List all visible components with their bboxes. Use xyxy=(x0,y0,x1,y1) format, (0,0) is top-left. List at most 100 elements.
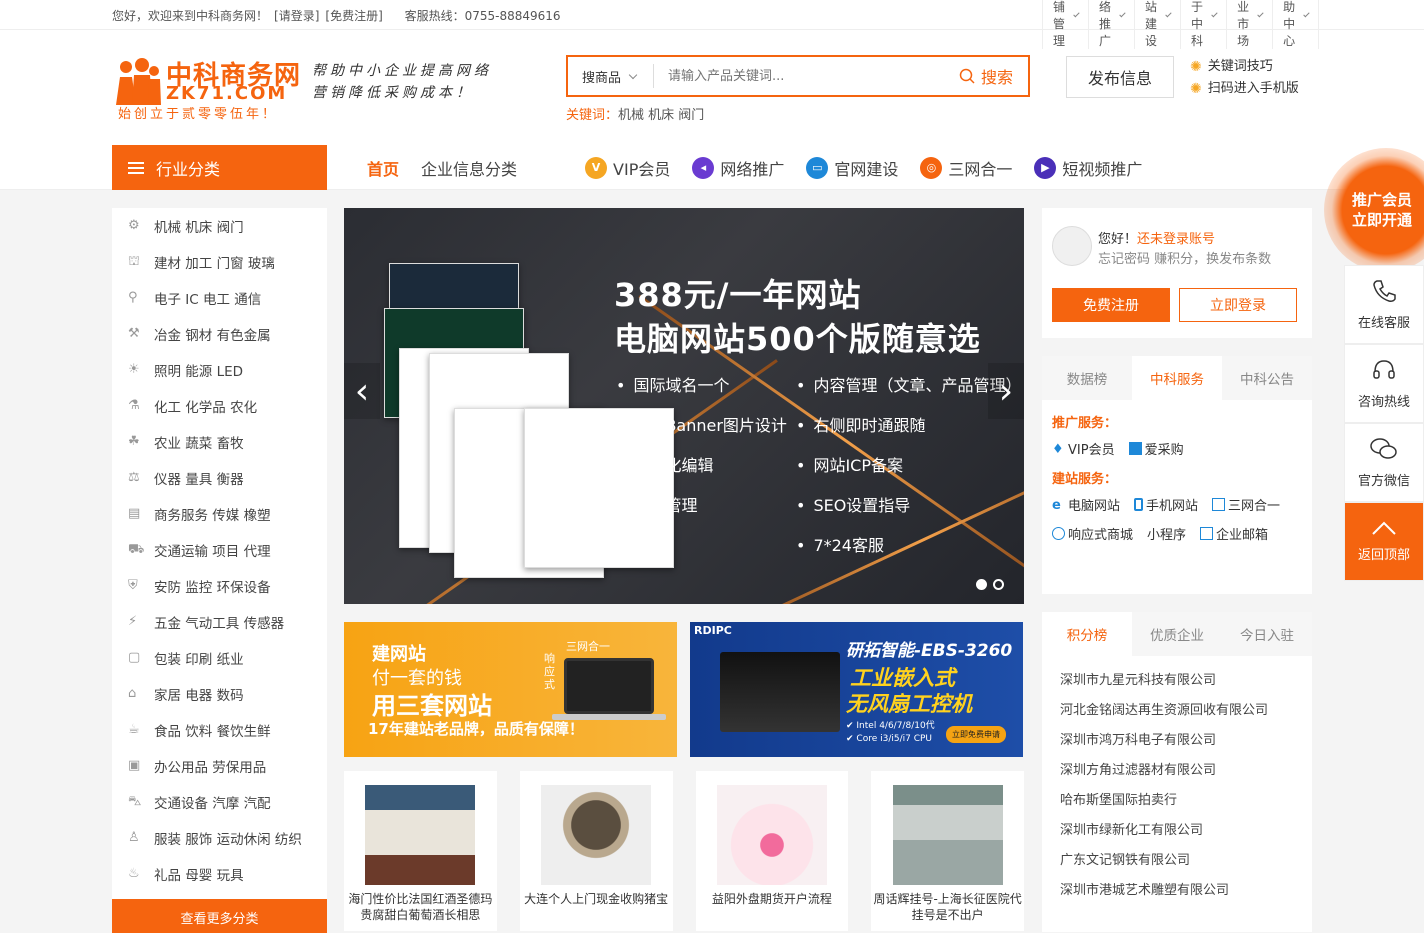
sidebar-category-item[interactable]: ☘ 农业 蔬菜 畜牧 xyxy=(112,424,327,460)
tab-notice[interactable]: 中科公告 xyxy=(1222,356,1312,400)
ad2-feature: ✔ Core i3/i5/i7 CPU xyxy=(846,734,933,744)
sidebar-category-item[interactable]: ⚲ 电子 IC 电工 通信 xyxy=(112,280,327,316)
sidebar-category-item[interactable]: ☀ 照明 能源 LED xyxy=(112,352,327,388)
category-label: 商务服务 传媒 橡塑 xyxy=(154,508,271,524)
search-button[interactable]: 搜索 xyxy=(944,64,1028,88)
product-card[interactable]: 海门性价比法国红酒圣德玛贵腐甜白葡萄酒长相思 xyxy=(344,771,497,931)
category-button[interactable]: 行业分类 xyxy=(112,145,327,190)
main-nav: 行业分类 首页 企业信息分类 V VIP会员 ◂ 网络推广 ▭ 官网建设 ◎ 三网合一 … xyxy=(0,145,1424,190)
sidebar-category-item[interactable]: ♨ 礼品 母婴 玩具 xyxy=(112,856,327,892)
banner-title: 388元/一年网站 xyxy=(614,276,862,314)
back-to-top-button[interactable]: 返回顶部 xyxy=(1344,502,1424,581)
keyword-tips-link[interactable]: ✺ 关键词技巧 xyxy=(1190,56,1299,78)
service-email[interactable]: 企业邮箱 xyxy=(1200,524,1268,543)
register-link[interactable]: [免费注册] xyxy=(325,9,382,23)
category-icon: ☀ xyxy=(128,362,140,377)
product-card[interactable]: 益阳外盘期货开户流程 xyxy=(695,771,849,931)
tab-quality-companies[interactable]: 优质企业 xyxy=(1132,612,1222,656)
more-categories-button[interactable]: 查看更多分类 xyxy=(112,899,327,933)
product-card[interactable]: 大连个人上门现金收购猪宝 xyxy=(519,771,673,931)
service-pc-site[interactable]: e 电脑网站 xyxy=(1052,495,1120,514)
sidebar-category-item[interactable]: ⛟ 交通运输 项目 代理 xyxy=(112,532,327,568)
service-vip[interactable]: ♦ VIP会员 xyxy=(1052,439,1115,458)
search-input[interactable] xyxy=(654,58,944,94)
sidebar-category-item[interactable]: ⚙ 机械 机床 阀门 xyxy=(112,208,327,244)
main-banner[interactable]: 388元/一年网站 电脑网站500个版随意选 国际域名一个 两张Banner图片… xyxy=(344,208,1024,604)
tab-points-rank[interactable]: 积分榜 xyxy=(1042,612,1132,656)
rank-company-item[interactable]: 深圳方角过滤器材有限公司 xyxy=(1060,756,1294,786)
mobile-qr-link[interactable]: ✺ 扫码进入手机版 xyxy=(1190,78,1299,100)
greeting-text: 您好！ xyxy=(1098,232,1138,247)
service-label: 响应式商城 xyxy=(1068,528,1134,543)
site-logo[interactable]: 中科商务网 ZK71.COM 始创立于贰零零伍年！ xyxy=(112,55,302,122)
banner-feature: 国际域名一个 xyxy=(616,366,787,406)
nav-short-video[interactable]: ▶ 短视频推广 xyxy=(1034,156,1142,180)
ad2-cta-button[interactable]: 立即免费申请 xyxy=(946,726,1006,743)
rank-company-item[interactable]: 深圳市港城艺术雕塑有限公司 xyxy=(1060,876,1294,906)
service-miniprogram[interactable]: 小程序 xyxy=(1147,524,1186,543)
sidebar-category-item[interactable]: ⛫ 建材 加工 门窗 玻璃 xyxy=(112,244,327,280)
service-responsive-mall[interactable]: 响应式商城 xyxy=(1052,524,1133,543)
ad2-line3: 无风扇工控机 xyxy=(846,692,972,716)
ad-industrial-pc[interactable]: RDIPC 研拓智能-EBS-3260 工业嵌入式 无风扇工控机 ✔ Intel… xyxy=(690,622,1023,757)
sidebar-category-item[interactable]: ▣ 办公用品 劳保用品 xyxy=(112,748,327,784)
sidebar-category-item[interactable]: ⚗ 化工 化学品 农化 xyxy=(112,388,327,424)
banner-next-arrow[interactable]: › xyxy=(988,363,1024,419)
nav-home[interactable]: 首页 xyxy=(367,156,399,180)
sidebar-category-item[interactable]: ♙ 服装 服饰 运动休闲 纺织 xyxy=(112,820,327,856)
tab-data-rank[interactable]: 数据榜 xyxy=(1042,356,1132,400)
rank-company-item[interactable]: 哈布斯堡国际拍卖行 xyxy=(1060,786,1294,816)
logo-en-text: ZK71.COM xyxy=(166,83,288,104)
nav-vip[interactable]: V VIP会员 xyxy=(585,156,670,180)
nav-promotion[interactable]: ◂ 网络推广 xyxy=(692,156,784,180)
category-label: 机械 机床 阀门 xyxy=(154,220,244,236)
sidebar-category-item[interactable]: ⛍ 交通设备 汽摩 汽配 xyxy=(112,784,327,820)
rank-company-item[interactable]: 广东文记钢铁有限公司 xyxy=(1060,846,1294,876)
sidebar-category-item[interactable]: ▤ 商务服务 传媒 橡塑 xyxy=(112,496,327,532)
publish-button[interactable]: 发布信息 xyxy=(1066,56,1174,98)
float-label: 咨询热线 xyxy=(1357,395,1410,410)
sidebar-category-item[interactable]: ☕ 食品 饮料 餐饮生鲜 xyxy=(112,712,327,748)
banner-prev-arrow[interactable]: ‹ xyxy=(344,363,380,419)
hotline-button[interactable]: 咨询热线 xyxy=(1344,344,1424,423)
diamond-icon: ♦ xyxy=(1052,442,1064,457)
product-card[interactable]: 周话辉挂号-上海长征医院代挂号是不出户 xyxy=(871,771,1024,931)
rank-company-item[interactable]: 深圳市鸿万科电子有限公司 xyxy=(1060,726,1294,756)
monitor-icon: ▭ xyxy=(806,156,829,179)
tab-services[interactable]: 中科服务 xyxy=(1132,356,1222,400)
nav-website[interactable]: ▭ 官网建设 xyxy=(806,156,898,180)
logo-people-icon xyxy=(116,58,161,105)
service-label: VIP会员 xyxy=(1068,443,1115,458)
register-button[interactable]: 免费注册 xyxy=(1052,288,1170,322)
banner-dots xyxy=(976,579,1004,590)
nav-three-in-one[interactable]: ◎ 三网合一 xyxy=(920,156,1012,180)
online-service-button[interactable]: 在线客服 xyxy=(1344,265,1424,344)
rank-company-item[interactable]: 河北金铭阔达再生资源回收有限公司 xyxy=(1060,696,1294,726)
rank-company-item[interactable]: 深圳市九星元科技有限公司 xyxy=(1060,666,1294,696)
wechat-button[interactable]: 官方微信 xyxy=(1344,423,1424,502)
keyword-tips-label: 关键词技巧 xyxy=(1207,59,1273,74)
sidebar-category-item[interactable]: ⚒ 冶金 钢材 有色金属 xyxy=(112,316,327,352)
service-mobile-site[interactable]: 手机网站 xyxy=(1134,495,1198,514)
banner-dot[interactable] xyxy=(993,579,1004,590)
search-type-select[interactable]: 搜商品 xyxy=(568,64,654,88)
nav-enterprise[interactable]: 企业信息分类 xyxy=(421,156,517,180)
sidebar-category-item[interactable]: ⚖ 仪器 量具 衡器 xyxy=(112,460,327,496)
service-three-in-one[interactable]: 三网合一 xyxy=(1212,495,1280,514)
login-sub-links[interactable]: 忘记密码 赚积分，换发布条数 xyxy=(1098,248,1271,267)
tab-today-joined[interactable]: 今日入驻 xyxy=(1222,612,1312,656)
banner-feature: 两张Banner图片设计 xyxy=(616,406,787,446)
service-aicaigou[interactable]: 爱采购 xyxy=(1128,439,1184,458)
ad-website[interactable]: 建网站 付一套的钱 用三套网站 17年建站老品牌，品质有保障！ 三网合一 响应式 xyxy=(344,622,677,757)
banner-feature: 可视化编辑 xyxy=(616,446,787,486)
sidebar-category-item[interactable]: ⚡ 五金 气动工具 传感器 xyxy=(112,604,327,640)
sidebar-category-item[interactable]: ▢ 包装 印刷 纸业 xyxy=(112,640,327,676)
banner-dot[interactable] xyxy=(976,579,987,590)
login-link[interactable]: [请登录] xyxy=(274,9,319,23)
keywords-links[interactable]: 机械 机床 阀门 xyxy=(618,108,704,123)
chevron-right-icon: › xyxy=(998,370,1014,412)
rank-company-item[interactable]: 深圳市绿新化工有限公司 xyxy=(1060,816,1294,846)
sidebar-category-item[interactable]: ⛨ 安防 监控 环保设备 xyxy=(112,568,327,604)
login-button[interactable]: 立即登录 xyxy=(1179,288,1297,322)
sidebar-category-item[interactable]: ⌂ 家居 电器 数码 xyxy=(112,676,327,712)
